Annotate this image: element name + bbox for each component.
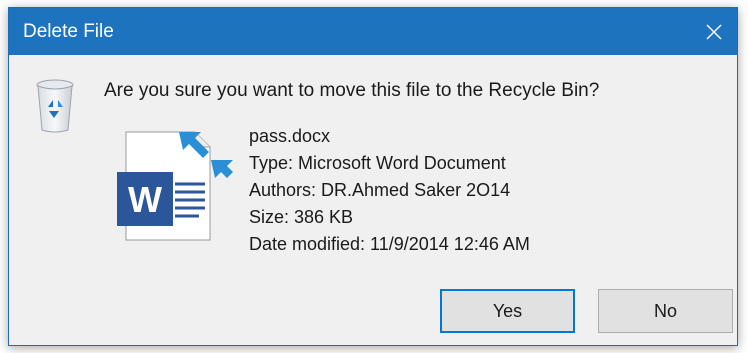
confirmation-message: Are you sure you want to move this file … <box>104 80 600 101</box>
delete-file-dialog: Delete File Are you sure you want to mov… <box>8 7 738 346</box>
yes-button[interactable]: Yes <box>440 289 575 333</box>
file-date-modified: Date modified: 11/9/2014 12:46 AM <box>249 234 530 254</box>
file-size: Size: 386 KB <box>249 207 354 227</box>
file-name: pass.docx <box>249 126 331 146</box>
file-details: pass.docx Type: Microsoft Word Document … <box>249 123 530 258</box>
word-document-icon: W <box>109 124 234 254</box>
title-bar: Delete File <box>9 8 737 55</box>
file-type: Type: Microsoft Word Document <box>249 153 506 173</box>
file-authors: Authors: DR.Ahmed Saker 2O14 <box>249 180 511 200</box>
close-button[interactable] <box>691 8 737 55</box>
svg-text:W: W <box>128 179 162 220</box>
close-icon <box>706 24 722 39</box>
recycle-bin-icon <box>33 78 77 139</box>
no-button[interactable]: No <box>598 289 733 333</box>
dialog-title: Delete File <box>23 21 114 42</box>
